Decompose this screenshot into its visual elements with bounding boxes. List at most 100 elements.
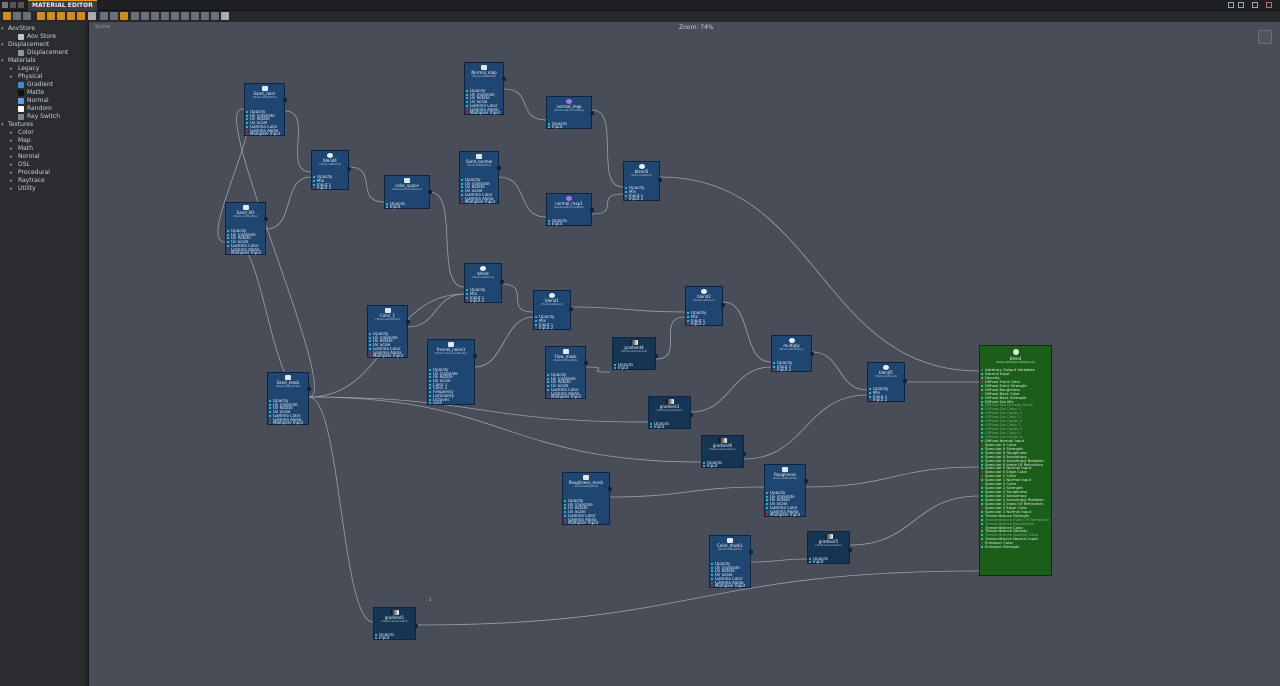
collapsed-arrow-icon[interactable]: ▸ (10, 65, 13, 73)
expanded-arrow-icon[interactable]: ▾ (1, 41, 4, 49)
connection-wire[interactable] (591, 109, 624, 188)
collapsed-arrow-icon[interactable]: ▸ (10, 177, 13, 185)
output-port[interactable] (721, 303, 725, 307)
input-port[interactable]: Input 2 (687, 322, 706, 326)
output-port[interactable] (264, 217, 268, 221)
material-input-port[interactable]: Emission Strength (981, 545, 1050, 549)
input-port[interactable]: Input (548, 222, 567, 226)
new-tab-button[interactable]: + (84, 0, 90, 10)
connection-wire[interactable] (348, 166, 385, 203)
app-menu-icon[interactable] (2, 2, 8, 8)
input-port[interactable]: Input (809, 560, 828, 564)
collapsed-arrow-icon[interactable]: ▸ (10, 73, 13, 81)
connection-wire[interactable] (407, 293, 465, 328)
tool-icon-15[interactable] (151, 12, 159, 20)
node-blend5[interactable]: blend5 (TextureBlend) Opacity Mix Input 1 Inp… (867, 362, 907, 402)
node-gradient1[interactable]: gradient1 (TextureGradient) Opacity Input (373, 607, 418, 640)
sidebar-scrollbar[interactable] (86, 22, 88, 686)
input-port[interactable]: Input 2 (869, 398, 888, 402)
connection-wire[interactable] (690, 366, 772, 413)
tool-icon-18[interactable] (181, 12, 189, 20)
output-port[interactable] (497, 166, 501, 170)
connection-wire[interactable] (750, 558, 808, 563)
node-color-1[interactable]: Color_1 (TextureMapFile) Opacity Uv Transla… (367, 305, 410, 358)
output-port[interactable] (749, 550, 753, 554)
collapsed-arrow-icon[interactable]: ▸ (10, 153, 13, 161)
tool-icon-20[interactable] (201, 12, 209, 20)
pin-icon[interactable] (18, 2, 24, 8)
output-port[interactable] (742, 452, 746, 456)
connection-wire[interactable] (429, 191, 465, 288)
node-normal-map1[interactable]: normal_map1 (TextureNormalMap) Opacity Inpu… (546, 193, 594, 226)
connection-wire[interactable] (265, 176, 312, 230)
layout-icon-2[interactable] (1238, 2, 1244, 8)
tool-icon-11[interactable] (110, 12, 118, 20)
input-port[interactable]: Multiplier Input (227, 251, 261, 255)
tool-icon-13[interactable] (131, 12, 139, 20)
expanded-arrow-icon[interactable]: ▾ (1, 57, 4, 65)
node-fresnel-noise1[interactable]: fresnel_noise1 (TextureFresnelNoise) Opaci… (427, 339, 477, 405)
tool-icon-10[interactable] (100, 12, 108, 20)
input-port[interactable]: Multiplier Input (547, 395, 581, 399)
tool-icon-6[interactable] (57, 12, 65, 20)
node-sand-mask[interactable]: Sand_mask (TextureMapFile) Opacity Uv Trans… (267, 372, 311, 425)
node-flow-mask[interactable]: Flow_mask (TextureMapFile) Opacity Uv Trans… (545, 346, 588, 399)
layout-icon[interactable] (1228, 2, 1234, 8)
output-port[interactable] (658, 178, 662, 182)
output-port[interactable] (584, 361, 588, 365)
connection-wire[interactable] (743, 394, 868, 460)
tool-icon-7[interactable] (67, 12, 75, 20)
connection-wire[interactable] (308, 396, 374, 623)
collapsed-arrow-icon[interactable]: ▸ (10, 137, 13, 145)
connection-wire[interactable] (585, 366, 611, 373)
node-sand-ao[interactable]: Sand_AO (TextureMapFile) Opacity Uv Transla… (225, 202, 268, 255)
connection-wire[interactable] (503, 88, 547, 121)
connection-wire[interactable] (284, 110, 312, 173)
output-port[interactable] (804, 479, 808, 483)
output-port[interactable] (283, 98, 287, 102)
output-port[interactable] (654, 354, 658, 358)
node-blend3[interactable]: blend3 (TextureBlend) Opacity Mix Input 1 Inp… (623, 161, 662, 201)
node-gradient6[interactable]: gradient6 (TextureGradient) Opacity Input (701, 435, 746, 468)
tool-icon-8[interactable] (77, 12, 85, 20)
output-port[interactable] (569, 307, 573, 311)
tool-icon-2[interactable] (13, 12, 21, 20)
output-port[interactable] (428, 190, 432, 194)
tool-icon-19[interactable] (191, 12, 199, 20)
input-port[interactable]: Input (548, 125, 567, 129)
collapsed-arrow-icon[interactable]: ▸ (10, 185, 13, 193)
input-port[interactable]: Multiplier Input (461, 200, 495, 204)
input-port[interactable]: Multiplier Input (246, 132, 280, 136)
collapsed-arrow-icon[interactable]: ▸ (10, 129, 13, 137)
tool-icon-22[interactable] (221, 12, 229, 20)
lock-icon[interactable] (10, 2, 16, 8)
node-sand-normal[interactable]: Sand_normal (TextureMapFile) Opacity Uv Tra… (459, 151, 501, 204)
input-port[interactable]: Input 2 (625, 197, 644, 201)
node-blend1[interactable]: blend1 (TextureBlend) Opacity Mix Input 1 Inp… (533, 290, 573, 330)
node-blend[interactable]: blend (TextureBlend) Opacity Mix Input 1 Inpu… (464, 263, 504, 303)
expanded-arrow-icon[interactable]: ▾ (1, 25, 4, 33)
node-gradient4[interactable]: gradient4 (TextureGradient) Opacity Input (612, 337, 658, 370)
node-normal-map[interactable]: Normal_map (TextureMapFile) Opacity Uv Tran… (464, 62, 506, 115)
output-port[interactable] (500, 280, 504, 284)
input-port[interactable]: Multiplier Input (564, 521, 598, 525)
tool-icon-12[interactable] (120, 12, 128, 20)
input-port[interactable]: Gain (429, 401, 458, 405)
connection-wire[interactable] (849, 495, 980, 546)
output-port[interactable] (608, 487, 612, 491)
maximize-icon[interactable] (1252, 2, 1258, 8)
connection-wire[interactable] (659, 176, 980, 372)
tool-icon-5[interactable] (47, 12, 55, 20)
input-port[interactable]: Multiplier Input (466, 111, 500, 115)
close-icon[interactable] (1266, 2, 1272, 8)
output-port[interactable] (307, 387, 311, 391)
node-multiply[interactable]: multiply (TextureMultiply) Opacity Input 1I… (771, 335, 814, 372)
connection-wire[interactable] (501, 283, 534, 313)
node-color-mask1[interactable]: Color_mask1 (TextureMapFile) Opacity Uv Tra… (709, 535, 753, 588)
redo-icon[interactable] (171, 12, 179, 20)
input-port[interactable]: Input (375, 636, 394, 640)
connection-wire[interactable] (722, 301, 772, 363)
connection-wire[interactable] (591, 193, 624, 215)
input-port[interactable]: Input 2 (773, 368, 792, 372)
output-port[interactable] (502, 77, 506, 81)
